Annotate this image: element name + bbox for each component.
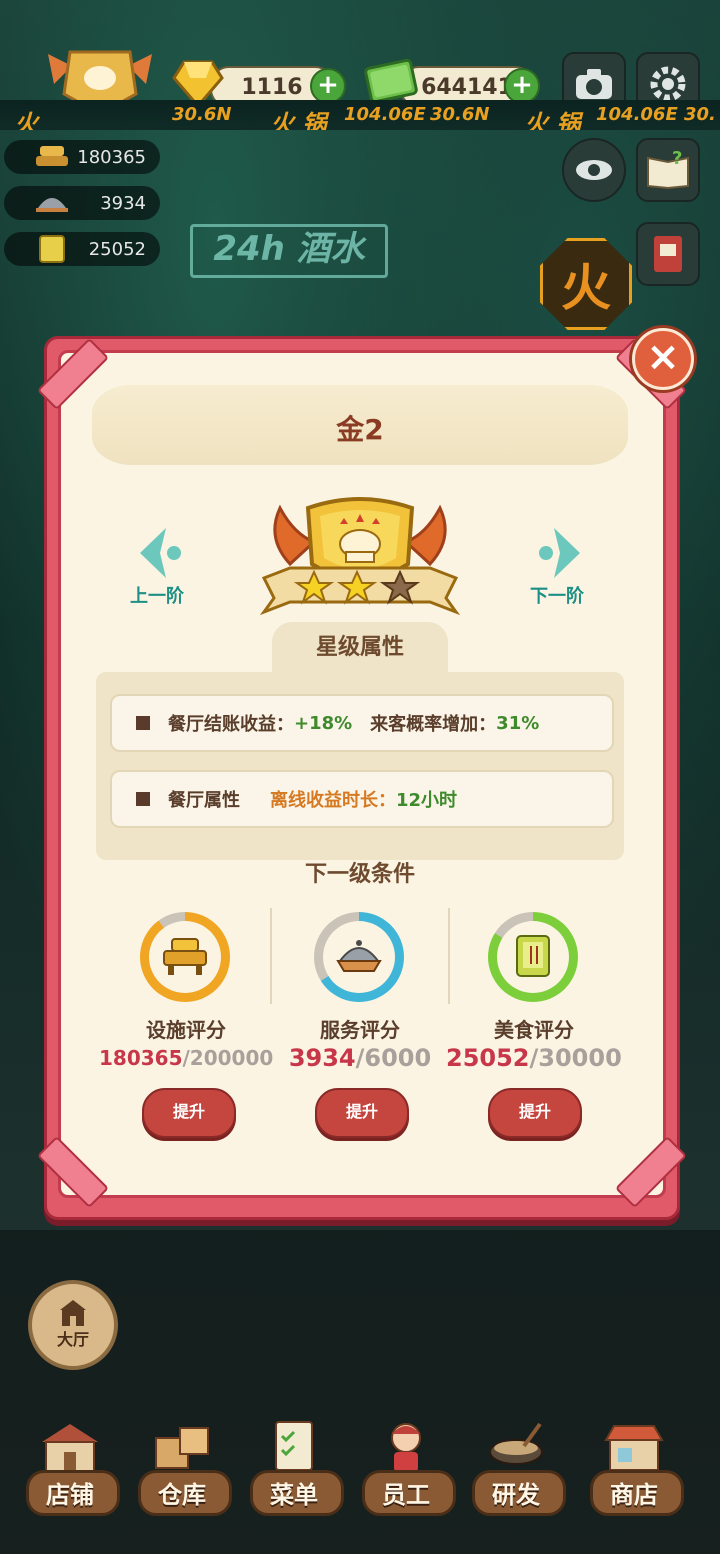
checkout-income-value: +18%: [294, 712, 353, 734]
help-book-icon: ?: [647, 150, 689, 190]
recipe-book-icon: [516, 935, 550, 977]
close-icon: ×: [646, 334, 680, 380]
service-score-label: 服务评分: [320, 1018, 400, 1042]
food-score-current: 25052: [446, 1044, 530, 1072]
nav-warehouse[interactable]: 仓库: [132, 1412, 232, 1522]
store-icon: [604, 1425, 664, 1471]
close-button[interactable]: ×: [632, 328, 694, 390]
visitor-rate-label: 来客概率增加：: [370, 714, 497, 735]
help-book-button[interactable]: ?: [636, 138, 700, 202]
ticker-item: 30.6N: [430, 104, 490, 125]
recipe-book-icon: [39, 235, 65, 263]
offline-income-value: 12小时: [396, 790, 458, 811]
nav-staff-label: 员工: [382, 1481, 430, 1509]
next-level-button[interactable]: [532, 526, 586, 580]
facility-icon: [36, 146, 68, 166]
building-icon: [60, 1300, 86, 1326]
bullet-marker: [136, 792, 150, 806]
ticker-item: 104.06E: [596, 104, 678, 125]
facility-stat-value: 180365: [77, 146, 146, 168]
nav-staff[interactable]: 员工: [356, 1412, 456, 1522]
facility-icon: [163, 938, 207, 975]
bullet-marker: [136, 716, 150, 730]
facility-stat: 180365: [4, 140, 160, 174]
cloche-icon: [336, 940, 382, 972]
ticker-item: 30.6N: [172, 104, 232, 125]
food-score-max: /30000: [529, 1044, 622, 1072]
food-progress-ring: [488, 912, 578, 1002]
divider: [448, 908, 450, 1004]
gold-rank-badge-icon: [260, 497, 460, 616]
wok-icon: [489, 1422, 543, 1465]
storefront-icon: [42, 1424, 98, 1473]
service-stat-value: 3934: [100, 192, 146, 214]
attribute-row: 餐厅结账收益： +18% 来客概率增加： 31%: [110, 694, 614, 752]
service-score-value: 3934/6000: [273, 1044, 447, 1072]
restaurant-attr-label: 餐厅属性: [168, 790, 240, 811]
nav-warehouse-label: 仓库: [158, 1481, 206, 1509]
service-progress-ring: [314, 912, 404, 1002]
nav-menu-label: 菜单: [270, 1481, 318, 1509]
food-stat-value: 25052: [88, 238, 146, 260]
hall-label: 大厅: [56, 1330, 89, 1349]
food-score-label: 美食评分: [494, 1018, 574, 1042]
checkout-income-label: 餐厅结账收益：: [168, 714, 294, 735]
service-score-current: 3934: [288, 1044, 356, 1072]
drinks-sign: 24h 酒水: [190, 224, 388, 278]
service-score-max: /6000: [355, 1044, 432, 1072]
facility-progress-ring: [140, 912, 230, 1002]
nav-store-label: 商店: [610, 1481, 658, 1509]
prev-level-button[interactable]: [134, 526, 188, 580]
nav-research-label: 研发: [492, 1481, 540, 1509]
nav-research[interactable]: 研发: [466, 1412, 566, 1522]
boxes-icon: [155, 1427, 209, 1469]
facility-score-max: /200000: [182, 1046, 274, 1070]
ticker-item: 104.06E: [344, 104, 426, 125]
facility-score-value: 180365/200000: [99, 1046, 273, 1070]
view-button[interactable]: [562, 138, 626, 202]
ticker-item: 火: [14, 110, 38, 130]
cloche-icon: [36, 198, 68, 212]
prev-level-label[interactable]: 上一阶: [130, 582, 184, 608]
ticker-item: 火 锅: [270, 110, 327, 130]
nav-store[interactable]: 商店: [584, 1412, 684, 1522]
ticker-item: 30.: [684, 104, 716, 125]
visitor-rate-value: 31%: [496, 712, 540, 734]
food-stat: 25052: [4, 232, 160, 266]
next-level-conditions-title: 下一级条件: [304, 862, 415, 887]
hall-button[interactable]: 大厅: [28, 1280, 118, 1370]
facility-score-current: 180365: [99, 1046, 183, 1070]
cash-value: 644141: [421, 74, 513, 100]
next-level-label[interactable]: 下一阶: [530, 582, 584, 608]
add-cash-button[interactable]: +: [504, 68, 540, 104]
nav-shop[interactable]: 店铺: [20, 1412, 120, 1522]
cash-icon: [364, 58, 418, 104]
section-star-attributes: 星级属性: [272, 622, 448, 672]
red-book-button[interactable]: [636, 222, 700, 286]
upgrade-service-button[interactable]: 提升: [315, 1088, 409, 1138]
gear-icon: [650, 66, 686, 102]
service-stat: 3934: [4, 186, 160, 220]
location-ticker: 火 30.6N 火 锅 104.06E 30.6N 火 锅 104.06E 30…: [0, 100, 720, 130]
upgrade-food-button[interactable]: 提升: [488, 1088, 582, 1138]
facility-score-label: 设施评分: [146, 1018, 226, 1042]
nav-menu[interactable]: 菜单: [244, 1412, 344, 1522]
book-icon: [654, 236, 682, 272]
staff-avatar-icon: [391, 1423, 421, 1472]
svg-text:?: ?: [672, 150, 682, 169]
menu-clipboard-icon: [275, 1421, 313, 1471]
food-score-value: 25052/30000: [446, 1044, 622, 1072]
camera-icon: [576, 69, 612, 99]
top-bar: 1116 + 644141 + 火 30.6N 火 锅 104.06E 30.6…: [0, 0, 720, 135]
add-gems-button[interactable]: +: [310, 68, 346, 104]
nav-shop-label: 店铺: [46, 1481, 94, 1509]
attribute-row: 餐厅属性 离线收益时长： 12小时: [110, 770, 614, 828]
gem-value: 1116: [241, 74, 303, 100]
upgrade-facility-button[interactable]: 提升: [142, 1088, 236, 1138]
offline-income-label: 离线收益时长：: [270, 790, 396, 811]
divider: [270, 908, 272, 1004]
dialog-title: 金2: [336, 413, 384, 446]
eye-icon: [576, 160, 612, 180]
ticker-item: 火 锅: [524, 110, 581, 130]
